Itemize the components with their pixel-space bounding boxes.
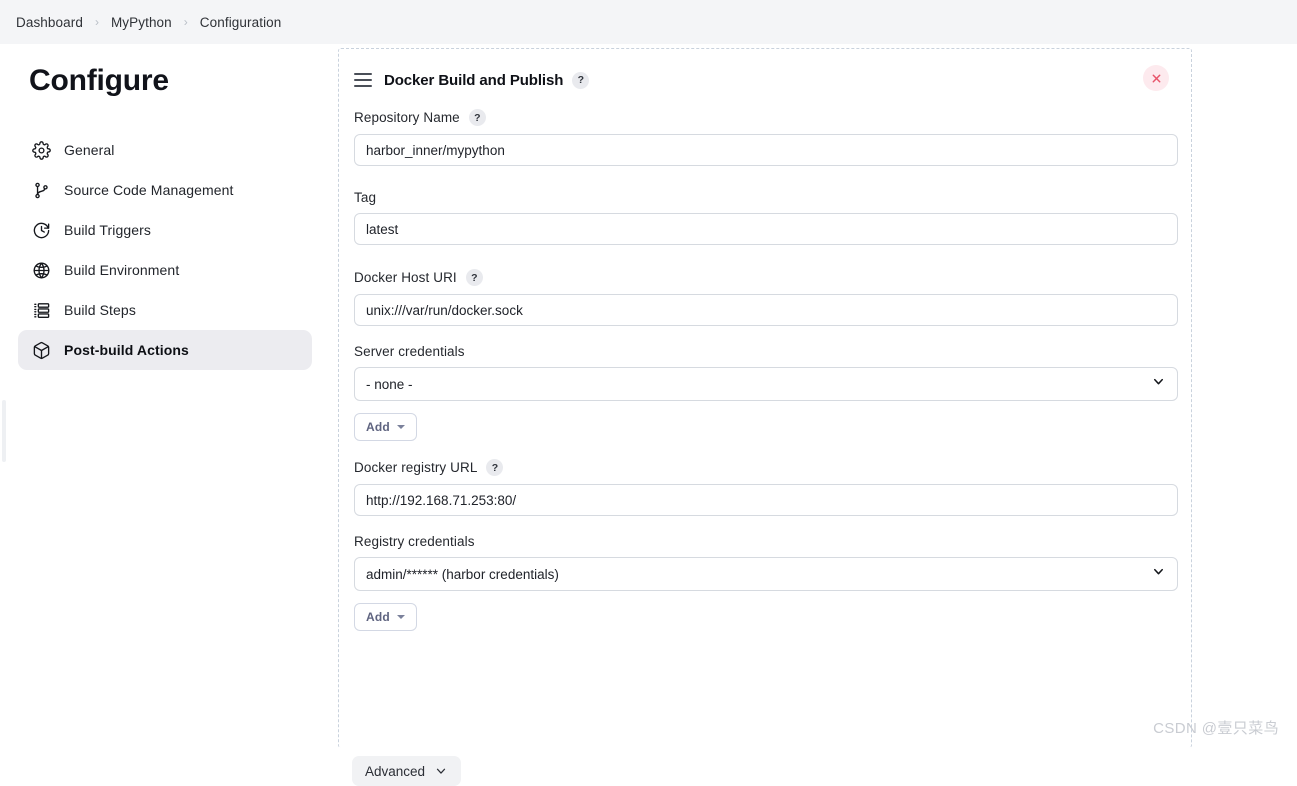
tag-label: Tag <box>354 190 376 205</box>
globe-icon <box>30 259 52 281</box>
breadcrumb-item-configuration[interactable]: Configuration <box>200 15 282 30</box>
repository-name-label: Repository Name <box>354 110 460 125</box>
page-title: Configure <box>29 64 330 98</box>
spacer <box>354 166 1175 190</box>
help-icon[interactable]: ? <box>466 269 483 286</box>
sidebar-item-post-build-actions[interactable]: Post-build Actions <box>18 330 312 370</box>
registry-credentials-label: Registry credentials <box>354 534 475 549</box>
field-tag: Tag <box>354 190 1175 245</box>
tag-input[interactable] <box>354 213 1178 245</box>
advanced-button[interactable]: Advanced <box>352 756 461 786</box>
docker-host-uri-input[interactable] <box>354 294 1178 326</box>
field-docker-host-uri: Docker Host URI ? <box>354 269 1175 326</box>
sidebar-item-label: Build Triggers <box>64 222 151 238</box>
docker-registry-url-input[interactable] <box>354 484 1178 516</box>
breadcrumb-item-mypython[interactable]: MyPython <box>111 15 172 30</box>
docker-registry-url-label: Docker registry URL <box>354 460 477 475</box>
breadcrumb-separator-icon: › <box>184 16 188 28</box>
server-credentials-select-wrap: - none - <box>354 367 1178 401</box>
registry-credentials-select-wrap: admin/****** (harbor credentials) <box>354 557 1178 591</box>
field-server-credentials: Server credentials - none - Add <box>354 344 1175 441</box>
add-server-credentials-button[interactable]: Add <box>354 413 417 441</box>
breadcrumb-item-dashboard[interactable]: Dashboard <box>16 15 83 30</box>
field-label-row: Docker registry URL ? <box>354 459 1175 476</box>
package-icon <box>30 339 52 361</box>
field-label-row: Docker Host URI ? <box>354 269 1175 286</box>
panel-header: Docker Build and Publish ? <box>354 67 1175 93</box>
spacer <box>354 516 1175 534</box>
add-registry-credentials-button[interactable]: Add <box>354 603 417 631</box>
panel-title: Docker Build and Publish <box>384 72 563 89</box>
sidebar: Configure General Source Code <box>0 44 330 370</box>
field-docker-registry-url: Docker registry URL ? <box>354 459 1175 516</box>
field-label-row: Repository Name ? <box>354 109 1175 126</box>
add-button-label: Add <box>366 610 390 624</box>
advanced-button-label: Advanced <box>365 764 425 779</box>
server-credentials-select[interactable]: - none - <box>354 367 1178 401</box>
spacer <box>354 441 1175 459</box>
field-registry-credentials: Registry credentials admin/****** (harbo… <box>354 534 1175 631</box>
field-repository-name: Repository Name ? <box>354 109 1175 166</box>
repository-name-input[interactable] <box>354 134 1178 166</box>
help-icon[interactable]: ? <box>486 459 503 476</box>
close-icon <box>1151 73 1162 84</box>
clock-icon <box>30 219 52 241</box>
spacer <box>354 245 1175 269</box>
sidebar-item-label: Post-build Actions <box>64 342 189 358</box>
sidebar-item-build-environment[interactable]: Build Environment <box>18 250 312 290</box>
field-label-row: Tag <box>354 190 1175 205</box>
drag-handle-icon[interactable] <box>354 73 372 87</box>
registry-credentials-select[interactable]: admin/****** (harbor credentials) <box>354 557 1178 591</box>
breadcrumb: Dashboard › MyPython › Configuration <box>0 0 1297 44</box>
sidebar-item-label: Build Steps <box>64 302 136 318</box>
page-body: Configure General Source Code <box>0 44 1297 746</box>
close-button[interactable] <box>1143 65 1169 91</box>
scrollbar-thumb[interactable] <box>2 400 6 462</box>
docker-build-and-publish-panel: Docker Build and Publish ? Repository Na… <box>338 48 1192 748</box>
server-credentials-label: Server credentials <box>354 344 465 359</box>
sidebar-item-build-steps[interactable]: Build Steps <box>18 290 312 330</box>
chevron-down-icon <box>434 764 448 778</box>
list-icon <box>30 299 52 321</box>
gear-icon <box>30 139 52 161</box>
sidebar-item-label: Build Environment <box>64 262 179 278</box>
caret-down-icon <box>397 425 405 429</box>
help-icon[interactable]: ? <box>469 109 486 126</box>
caret-down-icon <box>397 615 405 619</box>
sidebar-item-build-triggers[interactable]: Build Triggers <box>18 210 312 250</box>
docker-host-uri-label: Docker Host URI <box>354 270 457 285</box>
field-label-row: Registry credentials <box>354 534 1175 549</box>
sidebar-item-general[interactable]: General <box>18 130 312 170</box>
help-icon[interactable]: ? <box>572 72 589 89</box>
spacer <box>354 326 1175 344</box>
sidebar-item-source-code-management[interactable]: Source Code Management <box>18 170 312 210</box>
sidebar-item-label: Source Code Management <box>64 182 234 198</box>
add-button-label: Add <box>366 420 390 434</box>
breadcrumb-separator-icon: › <box>95 16 99 28</box>
field-label-row: Server credentials <box>354 344 1175 359</box>
sidebar-item-label: General <box>64 142 115 158</box>
branch-icon <box>30 179 52 201</box>
